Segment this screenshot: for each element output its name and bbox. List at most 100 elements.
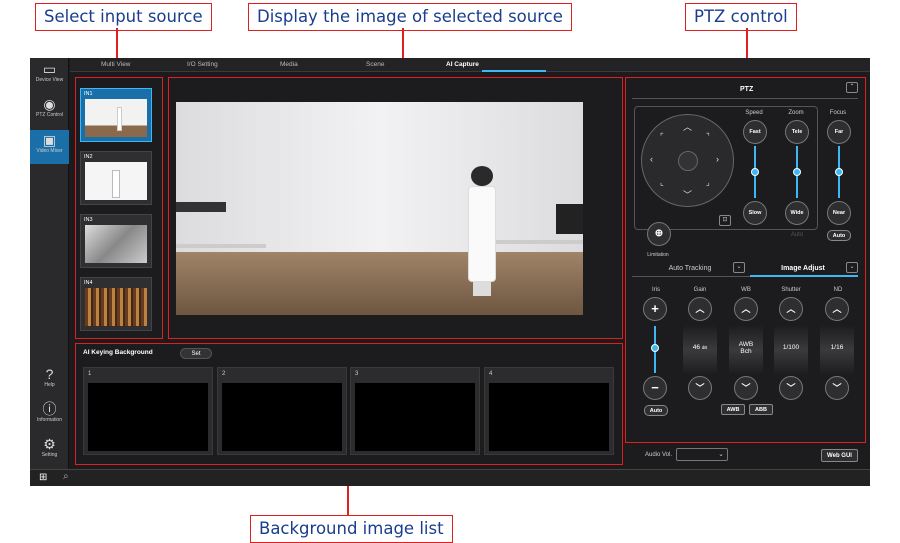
- background-slot-1[interactable]: 1: [83, 367, 213, 455]
- lock-icon[interactable]: ⊡: [719, 215, 731, 226]
- wb-down-button[interactable]: ﹀: [734, 376, 758, 400]
- sidebar-item-setting[interactable]: ⚙ Setting: [30, 436, 69, 466]
- home-icon[interactable]: [678, 151, 698, 171]
- zoom-wide-button[interactable]: Wide: [785, 201, 809, 225]
- nd-up-button[interactable]: ︿: [825, 297, 849, 321]
- limitation-button[interactable]: ⊕: [647, 222, 671, 246]
- tab-scene[interactable]: Scene: [366, 61, 384, 68]
- callout-select-input: Select input source: [35, 3, 212, 31]
- wb-value: AWB Bch: [729, 325, 763, 375]
- windows-icon[interactable]: ⊞: [39, 472, 47, 483]
- audio-vol-dropdown[interactable]: ⌄: [676, 448, 728, 461]
- shutter-label: Shutter: [781, 287, 801, 293]
- input-thumb-3[interactable]: IN3: [80, 214, 152, 268]
- web-gui-button[interactable]: Web GUI: [821, 449, 858, 462]
- sidebar: ▭ Device View ◉ PTZ Control ▣ Video Mixer ?…: [30, 58, 69, 469]
- image-adjust-tab-indicator: [750, 275, 858, 277]
- input-thumb-2[interactable]: IN2: [80, 151, 152, 205]
- shutter-value: 1/100: [774, 325, 808, 375]
- shutter-up-button[interactable]: ︿: [779, 297, 803, 321]
- arrow-left-icon[interactable]: ‹: [650, 154, 653, 164]
- tab-media[interactable]: Media: [280, 61, 298, 68]
- speed-slow-button[interactable]: Slow: [743, 201, 767, 225]
- sidebar-item-ptz-control[interactable]: ◉ PTZ Control: [30, 96, 69, 128]
- input-image: [85, 162, 147, 200]
- arrow-up-right-icon[interactable]: ⌝: [706, 132, 710, 141]
- info-icon: ⓘ: [42, 401, 57, 417]
- speed-label: Speed: [745, 110, 763, 116]
- tab-io-setting[interactable]: I/O Setting: [187, 61, 218, 68]
- callout-display-image: Display the image of selected source: [248, 3, 572, 31]
- sidebar-item-help[interactable]: ? Help: [30, 366, 69, 396]
- arrow-up-icon[interactable]: ︿: [683, 120, 692, 133]
- taskbar: ⊞ ⌕: [30, 469, 870, 486]
- iris-label: Iris: [652, 287, 660, 293]
- shutter-down-button[interactable]: ﹀: [779, 376, 803, 400]
- wb-label: WB: [741, 287, 751, 293]
- iris-slider-knob[interactable]: [651, 344, 659, 352]
- focus-far-button[interactable]: Far: [827, 120, 851, 144]
- callout-background-list: Background image list: [250, 515, 453, 543]
- iris-auto-button[interactable]: Auto: [644, 405, 668, 416]
- arrow-down-right-icon[interactable]: ⌟: [706, 178, 710, 187]
- wb-up-button[interactable]: ︿: [734, 297, 758, 321]
- input-image: [85, 99, 147, 137]
- focus-near-button[interactable]: Near: [827, 201, 851, 225]
- awb-button[interactable]: AWB: [721, 404, 745, 415]
- zoom-slider-knob[interactable]: [793, 168, 801, 176]
- input-image: [85, 288, 147, 326]
- image-adjust-dropdown[interactable]: ⌄: [846, 262, 858, 273]
- sidebar-item-device-view[interactable]: ▭ Device View: [30, 61, 69, 93]
- zoom-auto-disabled: Auto: [790, 232, 804, 238]
- background-slot-3[interactable]: 3: [350, 367, 480, 455]
- zoom-label: Zoom: [788, 110, 804, 116]
- arrow-down-left-icon[interactable]: ⌞: [660, 178, 664, 187]
- nd-down-button[interactable]: ﹀: [825, 376, 849, 400]
- sidebar-item-information[interactable]: ⓘ Information: [30, 401, 69, 431]
- ptz-camera-icon: ◉: [43, 96, 56, 112]
- focus-label: Focus: [829, 110, 847, 116]
- active-tab-indicator: [482, 70, 546, 72]
- gain-up-button[interactable]: ︿: [688, 297, 712, 321]
- focus-auto-button[interactable]: Auto: [827, 230, 851, 241]
- chevron-down-icon: ⌄: [718, 451, 724, 458]
- tab-multi-view[interactable]: Multi View: [101, 61, 131, 68]
- gain-label: Gain: [693, 287, 707, 293]
- tab-bar: Multi View I/O Setting Media Scene AI Ca…: [70, 58, 870, 72]
- search-icon[interactable]: ⌕: [63, 471, 69, 482]
- auto-tracking-dropdown[interactable]: ⌄: [733, 262, 745, 273]
- gear-icon: ⚙: [43, 436, 56, 452]
- speed-fast-button[interactable]: Fast: [743, 120, 767, 144]
- set-button[interactable]: Set: [180, 348, 212, 359]
- focus-slider-knob[interactable]: [835, 168, 843, 176]
- arrow-down-icon[interactable]: ﹀: [683, 188, 692, 201]
- zoom-tele-button[interactable]: Tele: [785, 120, 809, 144]
- input-image: [85, 225, 147, 263]
- iris-plus-button[interactable]: +: [643, 297, 667, 321]
- tab-ai-capture[interactable]: AI Capture: [446, 61, 479, 68]
- speed-slider-knob[interactable]: [751, 168, 759, 176]
- gain-down-button[interactable]: ﹀: [688, 376, 712, 400]
- divider: [632, 98, 858, 99]
- tab-auto-tracking[interactable]: Auto Tracking: [660, 265, 720, 272]
- tab-image-adjust[interactable]: Image Adjust: [772, 265, 834, 272]
- sidebar-item-video-mixer[interactable]: ▣ Video Mixer: [30, 130, 69, 164]
- help-icon: ?: [45, 366, 54, 382]
- nd-label: ND: [833, 287, 843, 293]
- background-slot-4[interactable]: 4: [484, 367, 614, 455]
- iris-minus-button[interactable]: −: [643, 376, 667, 400]
- ptz-collapse-button[interactable]: ⌃: [846, 82, 858, 93]
- arrow-right-icon[interactable]: ›: [716, 154, 719, 164]
- input-thumb-1[interactable]: IN1: [80, 88, 152, 142]
- callout-ptz-control: PTZ control: [685, 3, 797, 31]
- background-image: [355, 383, 475, 451]
- ptz-title: PTZ: [740, 86, 754, 93]
- background-title: AI Keying Background: [83, 349, 153, 356]
- arrow-up-left-icon[interactable]: ⌜: [660, 132, 664, 141]
- abb-button[interactable]: ABB: [749, 404, 773, 415]
- background-image: [88, 383, 208, 451]
- audio-vol-label: Audio Vol.: [645, 452, 673, 458]
- input-thumb-4[interactable]: IN4: [80, 277, 152, 331]
- background-slot-2[interactable]: 2: [217, 367, 347, 455]
- gain-value: 46 dB: [683, 325, 717, 375]
